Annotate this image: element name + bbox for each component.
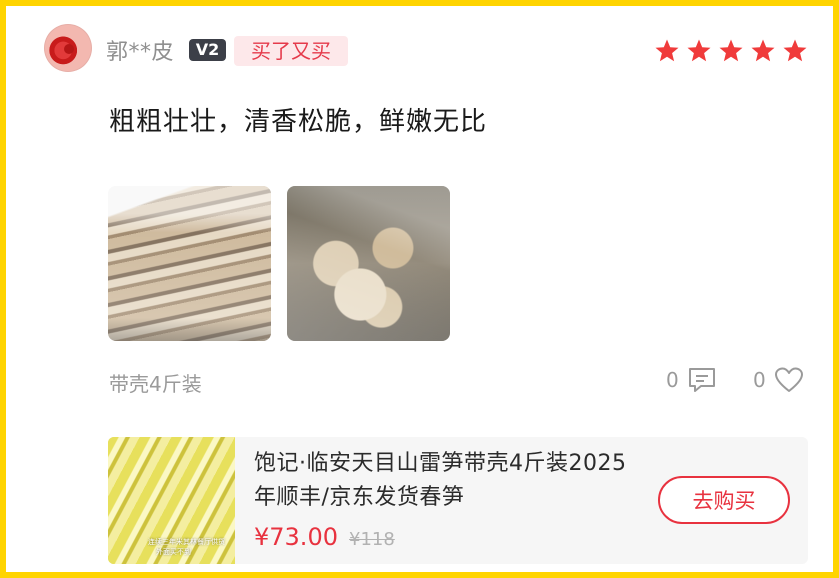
original-price: ¥118 — [349, 529, 395, 550]
star-icon — [750, 38, 776, 64]
product-price: ¥73.00 — [254, 523, 338, 551]
comment-icon — [687, 366, 717, 394]
product-thumbnail[interactable]: 连续三年米其林餐厅供货 外面买不到 — [108, 437, 235, 564]
comment-count: 0 — [666, 368, 679, 392]
product-title[interactable]: 饱记·临安天目山雷笋带壳4斤装2025年顺丰/京东发货春笋 — [254, 447, 634, 515]
star-icon — [654, 38, 680, 64]
buy-button[interactable]: 去购买 — [658, 476, 790, 524]
star-icon — [782, 38, 808, 64]
product-spec: 带壳4斤装 — [109, 372, 202, 396]
level-badge: V2 — [189, 39, 226, 61]
review-card: 郭**皮 V2 买了又买 粗粗壮壮，清香松脆，鲜嫩无比 带壳4斤装 0 0 连续… — [0, 0, 839, 578]
heart-icon — [774, 366, 804, 394]
username[interactable]: 郭**皮 — [106, 34, 174, 66]
like-count: 0 — [753, 368, 766, 392]
star-icon — [718, 38, 744, 64]
rating-stars — [654, 38, 808, 64]
comment-button[interactable]: 0 — [666, 366, 717, 394]
thumbnail-caption: 连续三年米其林餐厅供货 外面买不到 — [148, 538, 225, 556]
user-avatar[interactable] — [44, 24, 92, 72]
product-card[interactable]: 连续三年米其林餐厅供货 外面买不到 饱记·临安天目山雷笋带壳4斤装2025年顺丰… — [108, 437, 808, 564]
review-photo-1[interactable] — [108, 186, 271, 341]
rose-icon — [64, 44, 74, 54]
like-button[interactable]: 0 — [753, 366, 804, 394]
review-text: 粗粗壮壮，清香松脆，鲜嫩无比 — [109, 107, 488, 137]
review-photo-2[interactable] — [287, 186, 450, 341]
star-icon — [686, 38, 712, 64]
repeat-buyer-tag: 买了又买 — [234, 36, 348, 66]
